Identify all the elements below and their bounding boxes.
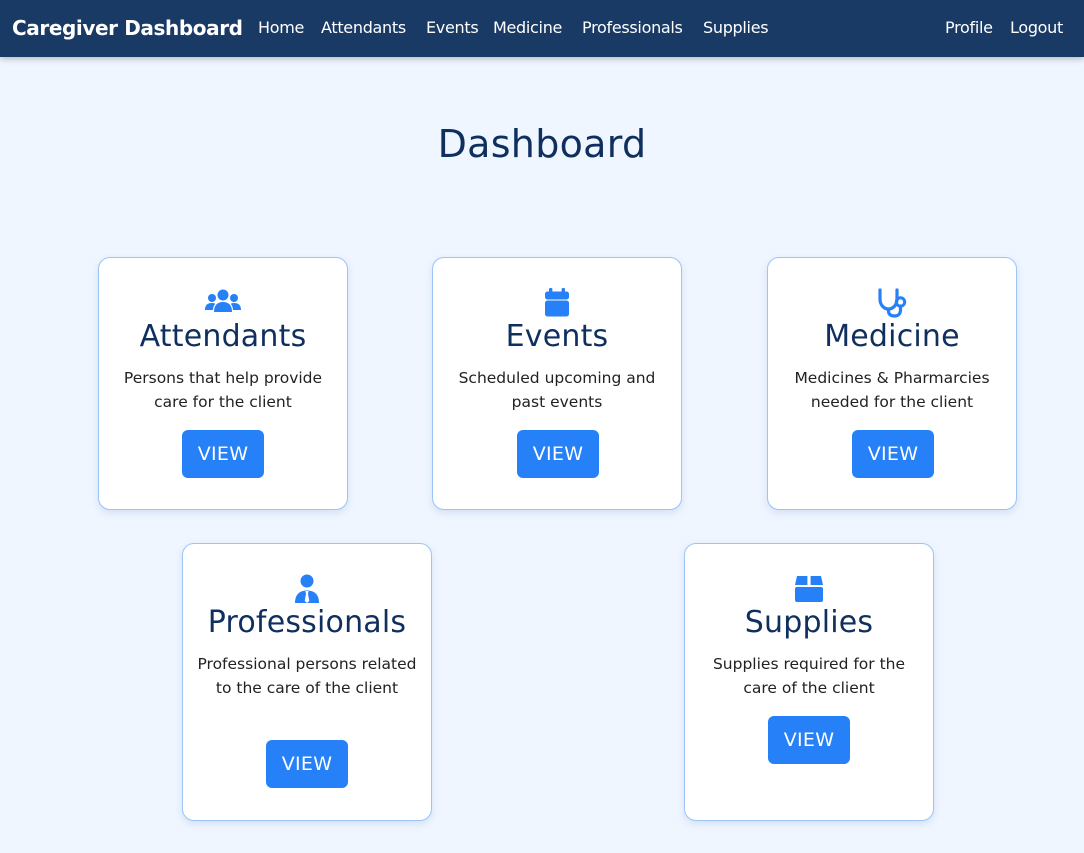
nav-link-professionals[interactable]: Professionals [582, 18, 683, 37]
view-medicine-button[interactable]: VIEW [852, 430, 934, 478]
card-description: Medicines & Pharmarcies needed for the c… [794, 369, 990, 411]
nav-link-medicine[interactable]: Medicine [493, 18, 562, 37]
page-title: Dashboard [437, 122, 647, 166]
card-attendants: Attendants Persons that help provide car… [98, 257, 348, 510]
nav-link-supplies[interactable]: Supplies [703, 18, 769, 37]
card-title: Professionals [207, 605, 407, 640]
card-description: Supplies required for the care of the cl… [712, 655, 906, 697]
top-navbar: Caregiver Dashboard Home Attendants Even… [0, 0, 1084, 57]
calendar-icon [433, 288, 681, 318]
nav-link-events[interactable]: Events [426, 18, 479, 37]
card-description: Professional persons related to the care… [197, 655, 417, 697]
user-tie-icon [183, 574, 431, 604]
card-supplies: Supplies Supplies required for the care … [684, 543, 934, 821]
box-icon [685, 574, 933, 604]
nav-link-profile[interactable]: Profile [945, 18, 993, 37]
view-events-button[interactable]: VIEW [517, 430, 599, 478]
card-description: Scheduled upcoming and past events [458, 369, 656, 411]
card-title: Supplies [744, 605, 874, 640]
nav-link-home[interactable]: Home [258, 18, 304, 37]
users-icon [99, 288, 347, 318]
card-title: Medicine [824, 319, 960, 354]
card-description: Persons that help provide care for the c… [123, 369, 323, 411]
card-medicine: Medicine Medicines & Pharmarcies needed … [767, 257, 1017, 510]
stethoscope-icon [768, 288, 1016, 318]
nav-link-attendants[interactable]: Attendants [321, 18, 406, 37]
brand-link[interactable]: Caregiver Dashboard [12, 16, 243, 40]
view-professionals-button[interactable]: VIEW [266, 740, 348, 788]
card-professionals: Professionals Professional persons relat… [182, 543, 432, 821]
nav-link-logout[interactable]: Logout [1010, 18, 1063, 37]
card-title: Attendants [139, 319, 307, 354]
card-title: Events [505, 319, 609, 354]
card-events: Events Scheduled upcoming and past event… [432, 257, 682, 510]
view-supplies-button[interactable]: VIEW [768, 716, 850, 764]
view-attendants-button[interactable]: VIEW [182, 430, 264, 478]
